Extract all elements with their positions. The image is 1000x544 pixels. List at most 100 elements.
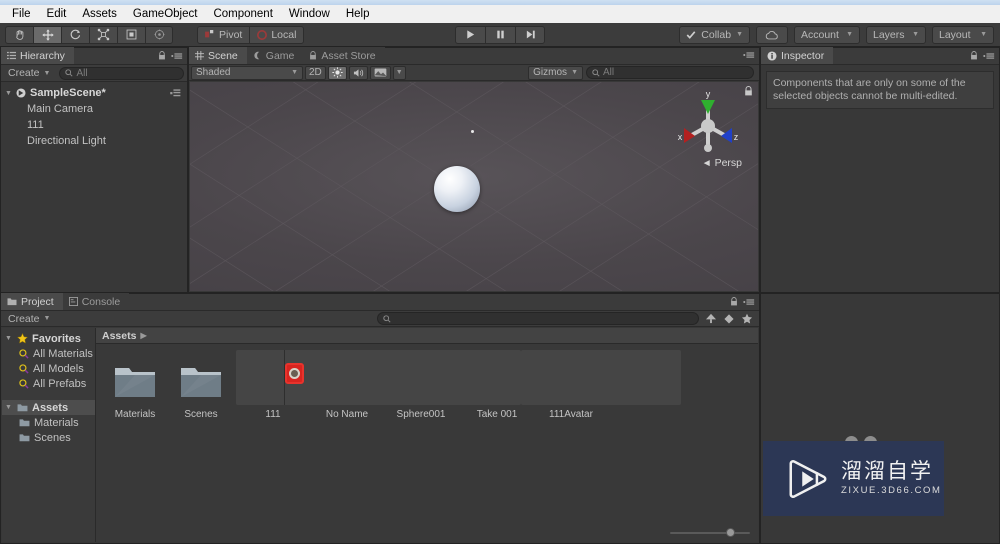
hierarchy-row-111[interactable]: 111: [1, 117, 187, 133]
tab-asset-store[interactable]: Asset Store: [303, 47, 385, 64]
menu-help[interactable]: Help: [338, 6, 378, 23]
2d-toggle-button[interactable]: 2D: [305, 65, 326, 80]
chevron-down-icon: ▼: [980, 31, 987, 38]
tree-label: Materials: [34, 416, 79, 429]
twisty-icon[interactable]: ▼: [5, 335, 13, 342]
filter-type-icon[interactable]: [705, 313, 717, 324]
shading-mode-label: Shaded: [196, 67, 231, 78]
tree-row-scenes[interactable]: Scenes: [2, 430, 95, 445]
layers-button[interactable]: Layers ▼: [866, 25, 926, 44]
hierarchy-tree: ▼ SampleScene* ▪☰ Main Camera 111 Direct…: [1, 82, 187, 149]
menu-icon[interactable]: [743, 51, 755, 59]
layout-button[interactable]: Layout ▼: [932, 25, 994, 44]
rotate-tool-button[interactable]: [61, 25, 89, 44]
lighting-toggle-button[interactable]: [327, 65, 347, 80]
chevron-down-icon: ▼: [912, 31, 919, 38]
audio-icon: [353, 68, 363, 77]
asset-label: Take 001: [476, 409, 518, 420]
lock-icon[interactable]: [158, 51, 166, 60]
move-tool-button[interactable]: [33, 25, 61, 44]
project-search-input[interactable]: [376, 312, 700, 325]
transform-tools: [5, 25, 173, 44]
hierarchy-icon: [7, 51, 16, 60]
hierarchy-row-main-camera[interactable]: Main Camera: [1, 101, 187, 117]
menu-component[interactable]: Component: [205, 6, 280, 23]
folder-icon: [19, 434, 30, 442]
twisty-icon[interactable]: ▼: [5, 404, 13, 411]
filter-favorite-icon[interactable]: [741, 313, 753, 324]
menu-edit[interactable]: Edit: [39, 6, 75, 23]
tree-row-materials[interactable]: Materials: [2, 415, 95, 430]
twisty-icon[interactable]: ▼: [5, 90, 16, 97]
scene-toolbar-right: Gizmos ▼ All: [528, 65, 757, 80]
tree-row-all-models[interactable]: All Models: [2, 361, 95, 376]
hierarchy-item-label-selected: 111: [27, 119, 44, 131]
lock-icon[interactable]: [730, 297, 738, 306]
hierarchy-row-directional-light[interactable]: Directional Light: [1, 133, 187, 149]
hierarchy-panel: Hierarchy Create ▼ All ▼ SampleScene* ▪☰…: [0, 47, 188, 293]
scene-sphere-object[interactable]: [434, 166, 480, 212]
asset-zoom-slider[interactable]: [670, 527, 750, 539]
step-button[interactable]: [515, 25, 545, 44]
effects-dropdown-button[interactable]: ▼: [392, 65, 406, 80]
tree-row-all-materials[interactable]: All Materials: [2, 346, 95, 361]
projection-mode-label[interactable]: ◄ Persp: [702, 157, 742, 169]
shading-mode-dropdown[interactable]: Shaded ▼: [191, 65, 303, 80]
lock-icon[interactable]: [970, 51, 978, 60]
tab-hierarchy[interactable]: Hierarchy: [1, 47, 74, 64]
local-label: Local: [271, 28, 297, 41]
folder-icon: [17, 404, 28, 412]
cloud-button[interactable]: [756, 25, 788, 44]
scene-tab-icons: [743, 51, 755, 59]
menu-icon[interactable]: [171, 52, 183, 60]
menu-icon[interactable]: [983, 52, 995, 60]
tab-inspector[interactable]: Inspector: [761, 47, 834, 64]
slider-knob[interactable]: [726, 528, 735, 537]
hierarchy-search-input[interactable]: All: [59, 66, 184, 80]
game-icon: [254, 51, 260, 60]
pivot-button[interactable]: Pivot: [197, 25, 250, 44]
asset-item-materials[interactable]: Materials: [102, 354, 168, 420]
hierarchy-create-button[interactable]: Create ▼: [4, 67, 54, 79]
tab-console[interactable]: Console: [62, 293, 130, 310]
tab-scene[interactable]: Scene: [189, 47, 247, 64]
asset-item-scenes[interactable]: Scenes: [168, 354, 234, 420]
gizmo-search-input[interactable]: All: [586, 66, 754, 79]
menu-window[interactable]: Window: [281, 6, 338, 23]
play-button[interactable]: [455, 25, 485, 44]
transform-tool-button[interactable]: [145, 25, 173, 44]
console-tab-label: Console: [81, 295, 121, 308]
asset-store-tab-label: Asset Store: [321, 49, 376, 62]
menu-gameobject[interactable]: GameObject: [125, 6, 206, 23]
local-button[interactable]: Local: [249, 25, 305, 44]
gizmos-dropdown[interactable]: Gizmos ▼: [528, 65, 583, 80]
pause-button[interactable]: [485, 25, 515, 44]
audio-toggle-button[interactable]: [348, 65, 368, 80]
hand-tool-button[interactable]: [5, 25, 33, 44]
tab-project[interactable]: Project: [1, 293, 63, 310]
scene-lock-icon[interactable]: [744, 86, 753, 99]
menu-icon[interactable]: [743, 298, 755, 306]
tree-row-all-prefabs[interactable]: All Prefabs: [2, 376, 95, 391]
scene-context-menu-icon[interactable]: ▪☰: [170, 88, 181, 99]
tree-row-assets[interactable]: ▼ Assets: [2, 400, 95, 415]
effects-toggle-button[interactable]: [369, 65, 391, 80]
hierarchy-item-label: Main Camera: [27, 103, 94, 115]
chevron-down-icon: ▼: [736, 31, 743, 38]
filter-label-icon[interactable]: [723, 313, 735, 324]
tab-game[interactable]: Game: [246, 47, 304, 64]
collab-button[interactable]: Collab ▼: [679, 25, 750, 44]
breadcrumb-assets[interactable]: Assets: [102, 330, 136, 342]
scene-tabbar: Scene Game Asset Store: [189, 47, 759, 65]
scene-icon: [195, 51, 204, 60]
project-create-button[interactable]: Create ▼: [4, 313, 54, 325]
menu-file[interactable]: File: [4, 6, 39, 23]
project-icon: [7, 298, 17, 306]
hierarchy-row-scene[interactable]: ▼ SampleScene* ▪☰: [1, 85, 187, 101]
scene-viewport[interactable]: y x z ◄ Persp: [190, 82, 758, 291]
tree-row-favorites[interactable]: ▼ Favorites: [2, 331, 95, 346]
rect-tool-button[interactable]: [117, 25, 145, 44]
account-button[interactable]: Account ▼: [794, 25, 860, 44]
menu-assets[interactable]: Assets: [74, 6, 125, 23]
scale-tool-button[interactable]: [89, 25, 117, 44]
